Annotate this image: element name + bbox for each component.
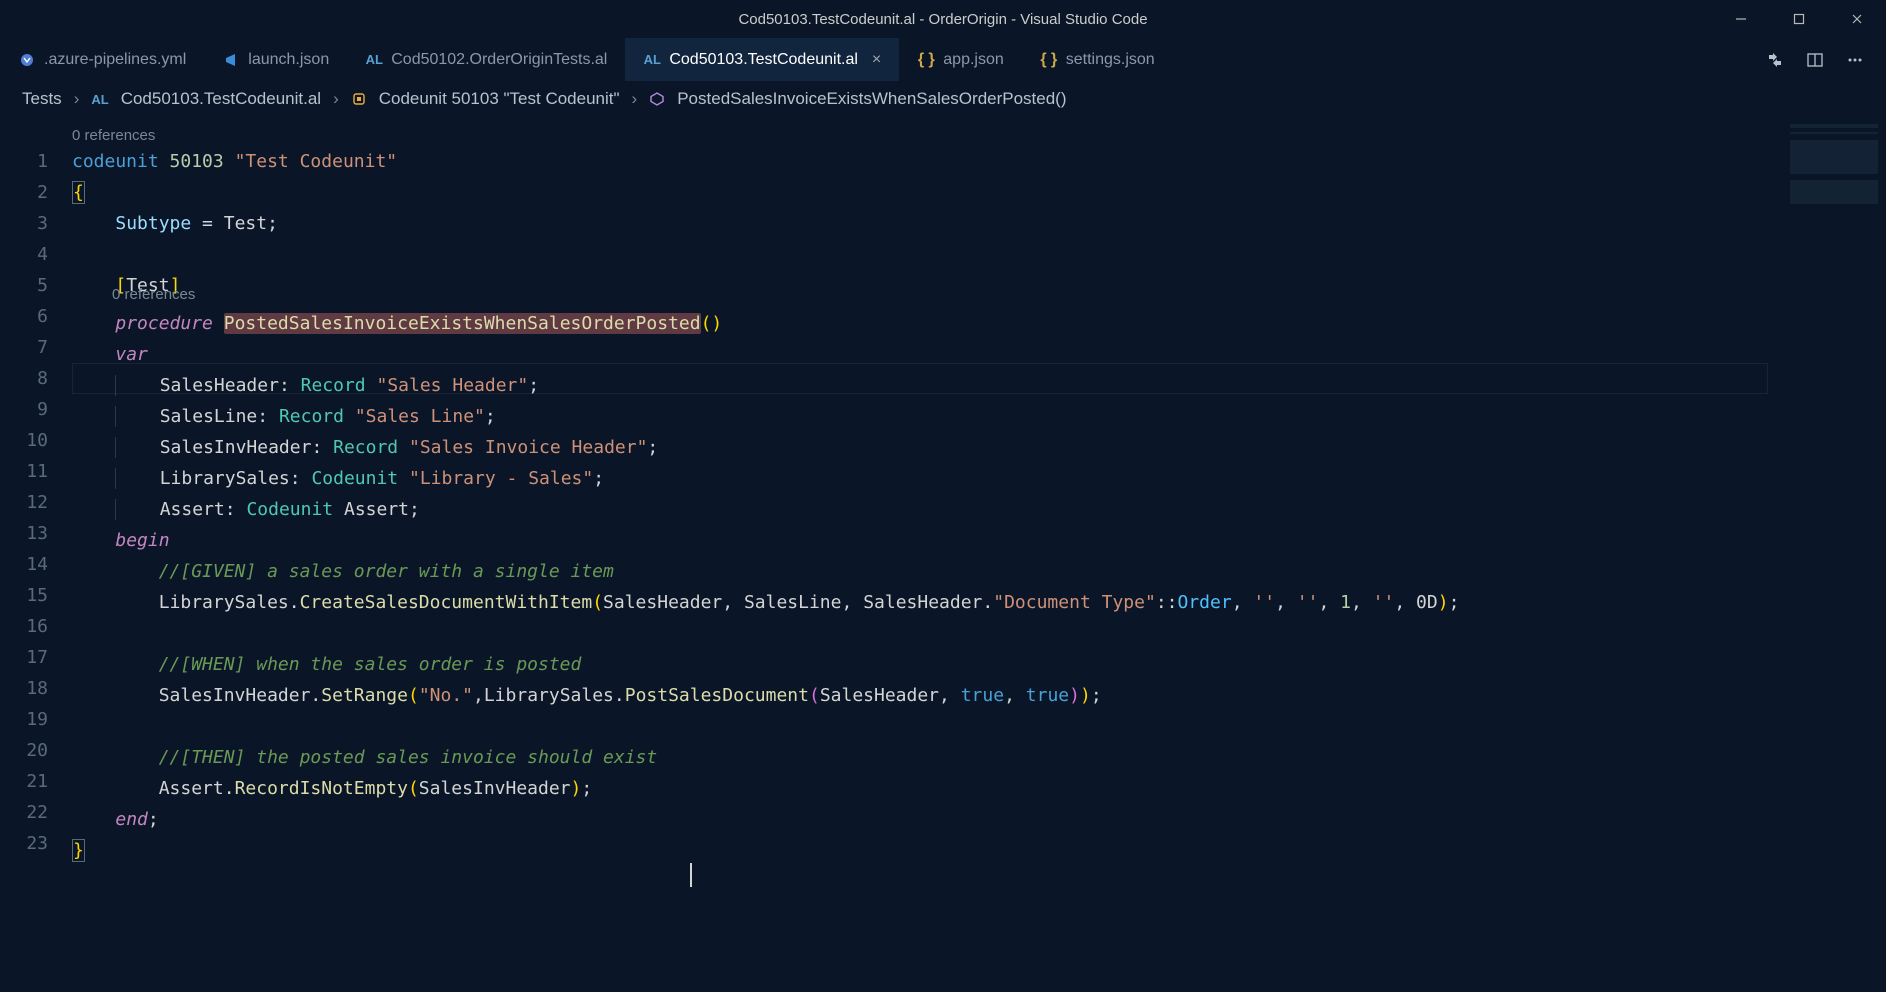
line-number: 8 <box>0 363 48 394</box>
line-number: 3 <box>0 208 48 239</box>
code-line <box>72 711 1782 742</box>
editor-tabs: .azure-pipelines.yml launch.json AL Cod5… <box>0 38 1886 82</box>
code-line: //[GIVEN] a sales order with a single it… <box>72 556 1782 587</box>
tab-test-codeunit[interactable]: AL Cod50103.TestCodeunit.al × <box>625 38 899 81</box>
line-number: 15 <box>0 580 48 611</box>
chevron-right-icon: › <box>74 89 80 109</box>
line-number: 21 <box>0 766 48 797</box>
line-number: 4 <box>0 239 48 270</box>
class-icon <box>351 91 367 107</box>
breadcrumb-symbol[interactable]: Codeunit 50103 "Test Codeunit" <box>379 89 620 109</box>
code-line: //[THEN] the posted sales invoice should… <box>72 742 1782 773</box>
window-title: Cod50103.TestCodeunit.al - OrderOrigin -… <box>738 11 1147 28</box>
code-line: begin <box>72 525 1782 556</box>
tab-label: settings.json <box>1066 51 1155 69</box>
split-editor-icon[interactable] <box>1806 51 1824 69</box>
line-number: 1 <box>0 146 48 177</box>
code-line: SalesInvHeader: Record "Sales Invoice He… <box>72 432 1782 463</box>
close-icon[interactable]: × <box>872 51 881 69</box>
chevron-right-icon: › <box>632 89 638 109</box>
line-number: 6 <box>0 301 48 332</box>
tab-azure-pipelines[interactable]: .azure-pipelines.yml <box>0 38 204 81</box>
window-controls <box>1712 0 1886 38</box>
close-button[interactable] <box>1828 0 1886 38</box>
minimap[interactable] <box>1782 116 1886 992</box>
code-line: SalesLine: Record "Sales Line"; <box>72 401 1782 432</box>
maximize-button[interactable] <box>1770 0 1828 38</box>
yaml-icon <box>18 52 36 68</box>
line-number: 13 <box>0 518 48 549</box>
method-icon <box>649 91 665 107</box>
line-number: 11 <box>0 456 48 487</box>
code-line <box>72 618 1782 649</box>
tab-label: launch.json <box>248 51 329 69</box>
code-line: LibrarySales.CreateSalesDocumentWithItem… <box>72 587 1782 618</box>
code-line: end; <box>72 804 1782 835</box>
tab-order-origin-tests[interactable]: AL Cod50102.OrderOriginTests.al <box>347 38 625 81</box>
code-line: Assert: Codeunit Assert; <box>72 494 1782 525</box>
breadcrumb[interactable]: Tests › AL Cod50103.TestCodeunit.al › Co… <box>0 82 1886 116</box>
minimize-button[interactable] <box>1712 0 1770 38</box>
chevron-right-icon: › <box>333 89 339 109</box>
code-line: SalesInvHeader.SetRange("No.",LibrarySal… <box>72 680 1782 711</box>
tab-label: .azure-pipelines.yml <box>44 51 186 69</box>
tab-label: Cod50103.TestCodeunit.al <box>669 51 858 69</box>
tab-label: app.json <box>943 51 1004 69</box>
codelens-references[interactable]: 0 references <box>72 120 155 151</box>
code-line: } <box>72 835 1782 866</box>
code-line: Assert.RecordIsNotEmpty(SalesInvHeader); <box>72 773 1782 804</box>
current-line-highlight <box>72 363 1768 394</box>
code-line: LibrarySales: Codeunit "Library - Sales"… <box>72 463 1782 494</box>
line-number: 20 <box>0 735 48 766</box>
tab-app-json[interactable]: { } app.json <box>899 38 1022 81</box>
code-line: [Test] <box>72 270 1782 301</box>
line-number: 18 <box>0 673 48 704</box>
code-line: codeunit 50103 "Test Codeunit" <box>72 146 1782 177</box>
breadcrumb-root[interactable]: Tests <box>22 89 62 109</box>
line-number-gutter: 1 2 3 4 5 6 7 8 9 10 11 12 13 14 15 16 1… <box>0 116 72 992</box>
codelens-references[interactable]: 0 references <box>112 279 195 310</box>
line-number: 22 <box>0 797 48 828</box>
line-number: 23 <box>0 828 48 859</box>
text-cursor <box>690 863 692 887</box>
al-icon: AL <box>643 52 661 67</box>
more-icon[interactable] <box>1846 51 1864 69</box>
code-line: //[WHEN] when the sales order is posted <box>72 649 1782 680</box>
breadcrumb-file[interactable]: Cod50103.TestCodeunit.al <box>121 89 321 109</box>
line-number: 14 <box>0 549 48 580</box>
line-number: 19 <box>0 704 48 735</box>
tab-settings-json[interactable]: { } settings.json <box>1022 38 1173 81</box>
line-number: 9 <box>0 394 48 425</box>
tab-actions <box>1766 38 1886 81</box>
line-number: 5 <box>0 270 48 301</box>
compare-icon[interactable] <box>1766 51 1784 69</box>
code-line: Subtype = Test; <box>72 208 1782 239</box>
line-number: 12 <box>0 487 48 518</box>
vscode-icon <box>222 52 240 68</box>
minimap-preview <box>1790 124 1878 214</box>
code-line: procedure PostedSalesInvoiceExistsWhenSa… <box>72 308 1782 339</box>
line-number: 16 <box>0 611 48 642</box>
breadcrumb-method[interactable]: PostedSalesInvoiceExistsWhenSalesOrderPo… <box>677 89 1066 109</box>
json-icon: { } <box>1040 51 1058 69</box>
line-number: 2 <box>0 177 48 208</box>
line-number: 7 <box>0 332 48 363</box>
tab-label: Cod50102.OrderOriginTests.al <box>391 51 607 69</box>
code-line: { <box>72 177 1782 208</box>
code-line <box>72 239 1782 270</box>
editor[interactable]: 1 2 3 4 5 6 7 8 9 10 11 12 13 14 15 16 1… <box>0 116 1886 992</box>
code-content[interactable]: 0 references codeunit 50103 "Test Codeun… <box>72 116 1782 992</box>
al-icon: AL <box>91 92 108 107</box>
json-icon: { } <box>917 51 935 69</box>
al-icon: AL <box>365 52 383 67</box>
tab-launch-json[interactable]: launch.json <box>204 38 347 81</box>
line-number: 17 <box>0 642 48 673</box>
title-bar: Cod50103.TestCodeunit.al - OrderOrigin -… <box>0 0 1886 38</box>
line-number: 10 <box>0 425 48 456</box>
